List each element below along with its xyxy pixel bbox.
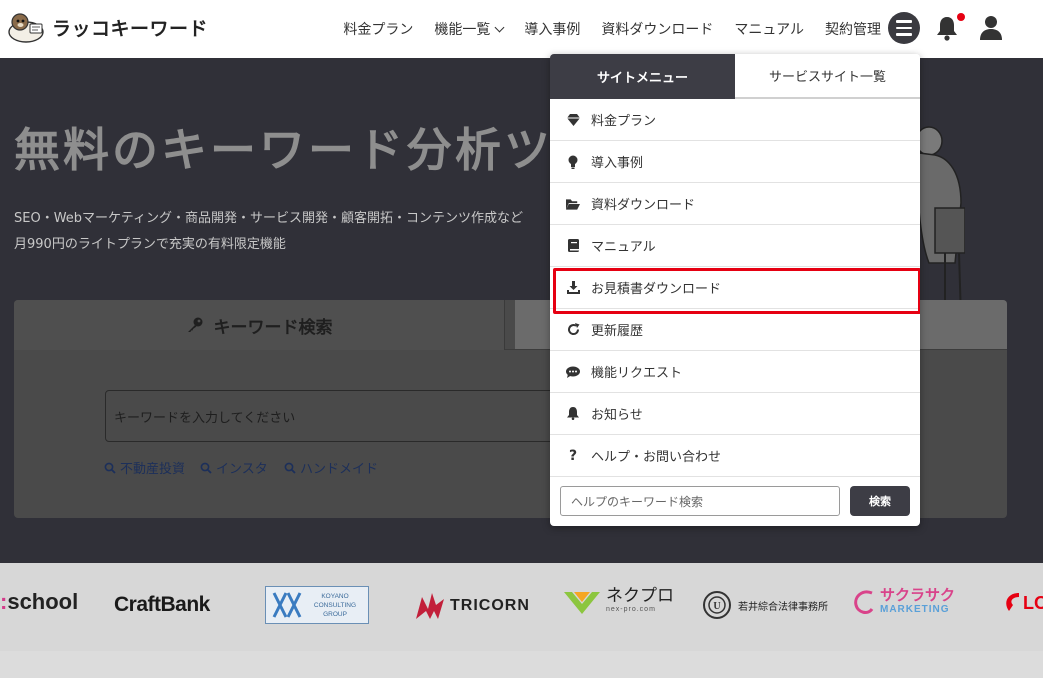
logo-lo-text: LO	[1023, 592, 1043, 613]
logo-wakai-law: U 若井綜合法律事務所	[702, 590, 828, 620]
menu-item-news[interactable]: お知らせ	[550, 393, 920, 435]
logo-tricorn: TRICORN	[416, 591, 530, 621]
suggestion-label: インスタ	[216, 462, 268, 477]
logo-sakurasaku-sub: MARKETING	[880, 604, 950, 615]
logo-lo: LO	[1003, 591, 1043, 615]
keyword-input[interactable]: キーワードを入力してください	[105, 390, 565, 442]
koyano-mark-icon	[272, 592, 302, 618]
menu-item-help[interactable]: ? ヘルプ・お問い合わせ	[550, 435, 920, 477]
download-icon	[566, 281, 580, 295]
menu-item-label: 機能リクエスト	[591, 366, 683, 381]
keyword-input-placeholder: キーワードを入力してください	[114, 410, 296, 426]
otter-logo-icon	[8, 13, 44, 43]
logo-school-text: school	[7, 589, 79, 614]
menu-item-label: 更新履歴	[591, 324, 644, 339]
search-icon	[284, 462, 296, 474]
menu-item-manual[interactable]: マニュアル	[550, 225, 920, 267]
suggestion-label: 不動産投資	[120, 462, 186, 477]
menu-item-label: マニュアル	[591, 240, 656, 255]
menu-item-label: 導入事例	[591, 156, 644, 171]
hamburger-menu-button[interactable]	[888, 12, 920, 44]
tab-keyword-search[interactable]: キーワード検索	[14, 300, 505, 350]
menu-item-label: 資料ダウンロード	[591, 198, 696, 213]
site-header: ラッコキーワード 料金プラン 機能一覧 導入事例 資料ダウンロード マニュアル …	[0, 0, 1043, 58]
gem-icon	[566, 113, 580, 127]
help-search-input[interactable]: ヘルプのキーワード検索	[560, 486, 840, 516]
hero-plan-note: 月990円のライトプランで充実の有料限定機能	[14, 237, 286, 252]
suggestion-link[interactable]: ハンドメイド	[284, 458, 378, 477]
site-logo[interactable]: ラッコキーワード	[6, 10, 208, 44]
tab-service-sites[interactable]: サービスサイト一覧	[735, 54, 920, 99]
law-office-seal-icon: U	[703, 591, 731, 619]
menu-item-changelog[interactable]: 更新履歴	[550, 309, 920, 351]
logo-school: :school	[0, 589, 79, 614]
suggestion-link[interactable]: 不動産投資	[104, 458, 185, 477]
question-icon: ?	[568, 447, 578, 464]
hamburger-icon-bar	[896, 26, 912, 30]
logo-craftbank: CraftBank	[114, 593, 210, 616]
nav-features-label: 機能一覧	[434, 22, 491, 38]
search-icon	[200, 462, 212, 474]
menu-tabs: サイトメニュー サービスサイト一覧	[550, 54, 920, 99]
logo-sakurasaku-text: サクラサク	[880, 587, 956, 604]
nav-manual[interactable]: マニュアル	[734, 19, 804, 39]
logo-nexpro: ネクプロ nex-pro.com	[564, 586, 674, 617]
lightbulb-icon	[566, 155, 580, 169]
tab-site-menu[interactable]: サイトメニュー	[550, 54, 735, 99]
key-icon	[187, 317, 202, 332]
help-search-placeholder: ヘルプのキーワード検索	[571, 494, 704, 509]
otter-mascot-illustration	[915, 126, 965, 325]
user-icon[interactable]	[978, 14, 1004, 42]
site-menu-panel: サイトメニュー サービスサイト一覧 料金プラン 導入事例 資料ダウンロード マニ…	[550, 54, 920, 526]
bell-icon	[566, 407, 580, 421]
menu-item-cases[interactable]: 導入事例	[550, 141, 920, 183]
logo-wakai-law-text: 若井綜合法律事務所	[738, 601, 828, 613]
tab-keyword-search-label: キーワード検索	[213, 317, 333, 338]
client-logos: :school CraftBank KOYANO CONSULTING GROU…	[0, 563, 1043, 651]
book-icon	[566, 239, 580, 253]
menu-list: 料金プラン 導入事例 資料ダウンロード マニュアル お見積書ダウンロード 更新履…	[550, 99, 920, 477]
suggestion-label: ハンドメイド	[300, 462, 379, 477]
logo-text: ラッコキーワード	[52, 17, 209, 40]
logo-koyano: KOYANO CONSULTING GROUP	[265, 586, 369, 624]
logo-nexpro-text: ネクプロ	[606, 586, 674, 605]
redo-icon	[566, 323, 580, 337]
suggestion-link[interactable]: インスタ	[200, 458, 268, 477]
menu-item-pricing[interactable]: 料金プラン	[550, 99, 920, 141]
tricorn-mark-icon	[416, 593, 444, 619]
nav-contract[interactable]: 契約管理	[825, 19, 881, 39]
logo-koyano-text: KOYANO CONSULTING GROUP	[313, 592, 357, 618]
chevron-down-icon	[494, 22, 505, 33]
sakurasaku-mark-icon	[854, 590, 874, 614]
logo-sakurasaku: サクラサク MARKETING	[852, 587, 956, 617]
nav-cases[interactable]: 導入事例	[524, 19, 580, 39]
menu-item-label: 料金プラン	[591, 114, 657, 129]
hamburger-icon-bar	[896, 33, 912, 36]
menu-item-quote-download[interactable]: お見積書ダウンロード	[550, 267, 920, 314]
menu-item-downloads[interactable]: 資料ダウンロード	[550, 183, 920, 225]
menu-item-label: お見積書ダウンロード	[591, 282, 722, 297]
folder-open-icon	[566, 197, 580, 211]
menu-item-label: お知らせ	[591, 408, 643, 423]
bell-icon[interactable]	[934, 14, 960, 42]
svg-text:U: U	[713, 601, 720, 612]
menu-item-label: ヘルプ・お問い合わせ	[591, 450, 722, 465]
nav-pricing[interactable]: 料金プラン	[343, 19, 413, 39]
lo-mark-icon	[1006, 593, 1019, 611]
notification-dot	[957, 13, 965, 21]
main-nav: 料金プラン 機能一覧 導入事例 資料ダウンロード マニュアル 契約管理	[343, 0, 881, 58]
nexpro-mark-icon	[564, 592, 600, 614]
menu-item-feature-request[interactable]: 機能リクエスト	[550, 351, 920, 393]
logo-tricorn-text: TRICORN	[450, 597, 530, 614]
logo-nexpro-url: nex-pro.com	[606, 606, 656, 613]
comment-icon	[566, 365, 580, 379]
help-search-button[interactable]: 検索	[850, 486, 910, 516]
hero-title: 無料のキーワード分析ツー	[14, 123, 602, 177]
search-icon	[104, 462, 116, 474]
hamburger-icon-bar	[896, 20, 912, 23]
nav-features[interactable]: 機能一覧	[434, 19, 505, 39]
nav-downloads[interactable]: 資料ダウンロード	[601, 19, 713, 39]
hero-subtitle: SEO・Webマーケティング・商品開発・サービス開発・顧客開拓・コンテンツ作成な…	[14, 211, 524, 226]
